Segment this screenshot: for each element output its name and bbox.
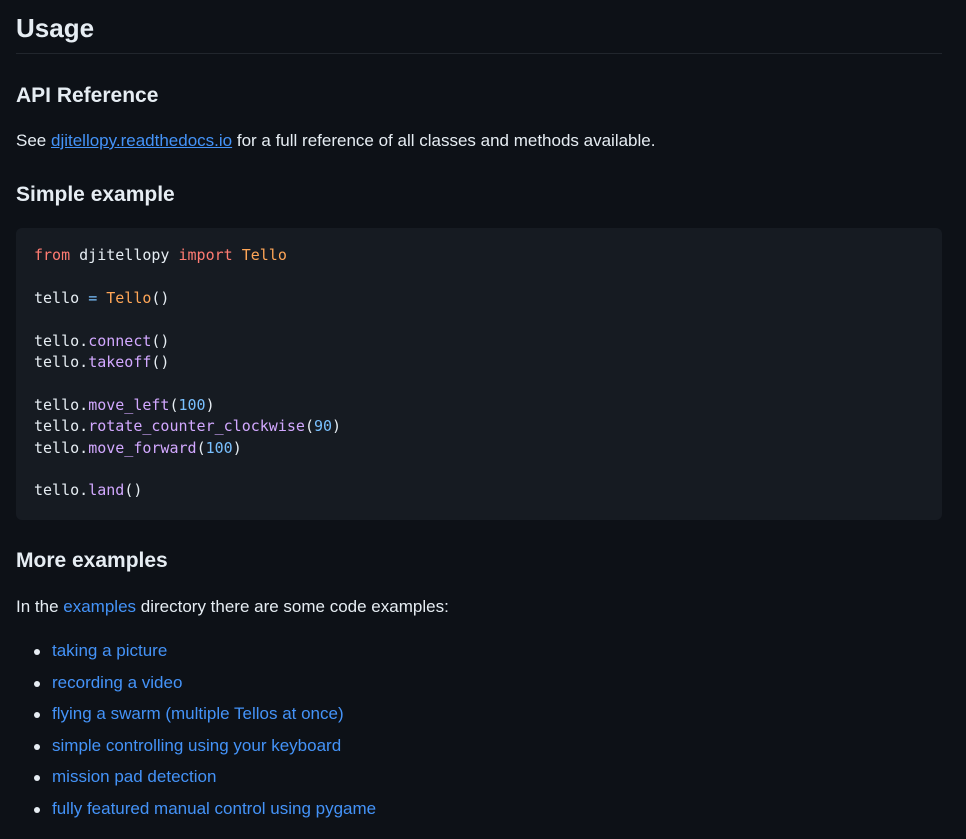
code-operator: = xyxy=(88,288,98,307)
more-text-before: In the xyxy=(16,597,64,616)
code-paren: () xyxy=(124,481,143,500)
api-reference-paragraph: See djitellopy.readthedocs.io for a full… xyxy=(16,128,942,154)
code-object: tello. xyxy=(34,438,89,457)
api-text-before: See xyxy=(16,131,51,150)
examples-list: taking a picture recording a video flyin… xyxy=(16,639,942,820)
code-fn-move-forward: move_forward xyxy=(88,438,197,457)
code-number: 100 xyxy=(178,395,206,414)
code-number: 90 xyxy=(313,417,333,436)
list-item: simple controlling using your keyboard xyxy=(34,734,942,757)
example-link-flying-swarm[interactable]: flying a swarm (multiple Tellos at once) xyxy=(52,704,344,723)
code-paren: ( xyxy=(304,417,314,436)
code-fn-move-left: move_left xyxy=(88,395,170,414)
code-block[interactable]: from djitellopy import Tello tello = Tel… xyxy=(16,228,942,520)
example-link-keyboard-control[interactable]: simple controlling using your keyboard xyxy=(52,736,341,755)
list-item: recording a video xyxy=(34,671,942,694)
list-item: taking a picture xyxy=(34,639,942,662)
code-fn-connect: connect xyxy=(88,331,152,350)
more-text-after: directory there are some code examples: xyxy=(136,597,449,616)
code-keyword-import: import xyxy=(178,246,233,264)
more-examples-heading: More examples xyxy=(16,549,168,572)
code-var: tello xyxy=(34,288,89,307)
code-paren: ( xyxy=(169,395,179,414)
example-link-mission-pad[interactable]: mission pad detection xyxy=(52,767,216,786)
code-fn-land: land xyxy=(88,481,125,500)
code-class-call: Tello xyxy=(97,288,152,307)
code-object: tello. xyxy=(34,417,89,436)
readthedocs-link[interactable]: djitellopy.readthedocs.io xyxy=(51,131,232,150)
code-object: tello. xyxy=(34,331,89,350)
code-class-import: Tello xyxy=(232,246,287,264)
code-paren: ( xyxy=(196,438,206,457)
usage-heading: Usage xyxy=(16,0,942,54)
code-object: tello. xyxy=(34,395,89,414)
examples-directory-link[interactable]: examples xyxy=(63,597,136,616)
example-link-taking-picture[interactable]: taking a picture xyxy=(52,641,167,660)
api-text-after: for a full reference of all classes and … xyxy=(232,131,656,150)
more-examples-paragraph: In the examples directory there are some… xyxy=(16,594,942,620)
code-paren: ) xyxy=(332,417,342,436)
code-object: tello. xyxy=(34,353,89,372)
readme-content: Usage API Reference See djitellopy.readt… xyxy=(16,0,942,829)
code-paren: () xyxy=(151,288,170,307)
code-paren: () xyxy=(151,353,170,372)
list-item: fully featured manual control using pyga… xyxy=(34,797,942,820)
list-item: mission pad detection xyxy=(34,765,942,788)
code-module: djitellopy xyxy=(70,246,179,264)
simple-example-heading: Simple example xyxy=(16,183,175,206)
code-fn-takeoff: takeoff xyxy=(88,353,152,372)
code-object: tello. xyxy=(34,481,89,500)
example-link-manual-control[interactable]: fully featured manual control using pyga… xyxy=(52,799,376,818)
example-link-recording-video[interactable]: recording a video xyxy=(52,673,182,692)
code-paren: ) xyxy=(232,438,242,457)
api-reference-heading: API Reference xyxy=(16,84,159,107)
list-item: flying a swarm (multiple Tellos at once) xyxy=(34,702,942,725)
code-paren: ) xyxy=(205,395,215,414)
code-keyword-from: from xyxy=(34,246,71,264)
code-paren: () xyxy=(151,331,170,350)
code-fn-rotate: rotate_counter_clockwise xyxy=(88,417,305,436)
code-number: 100 xyxy=(205,438,233,457)
